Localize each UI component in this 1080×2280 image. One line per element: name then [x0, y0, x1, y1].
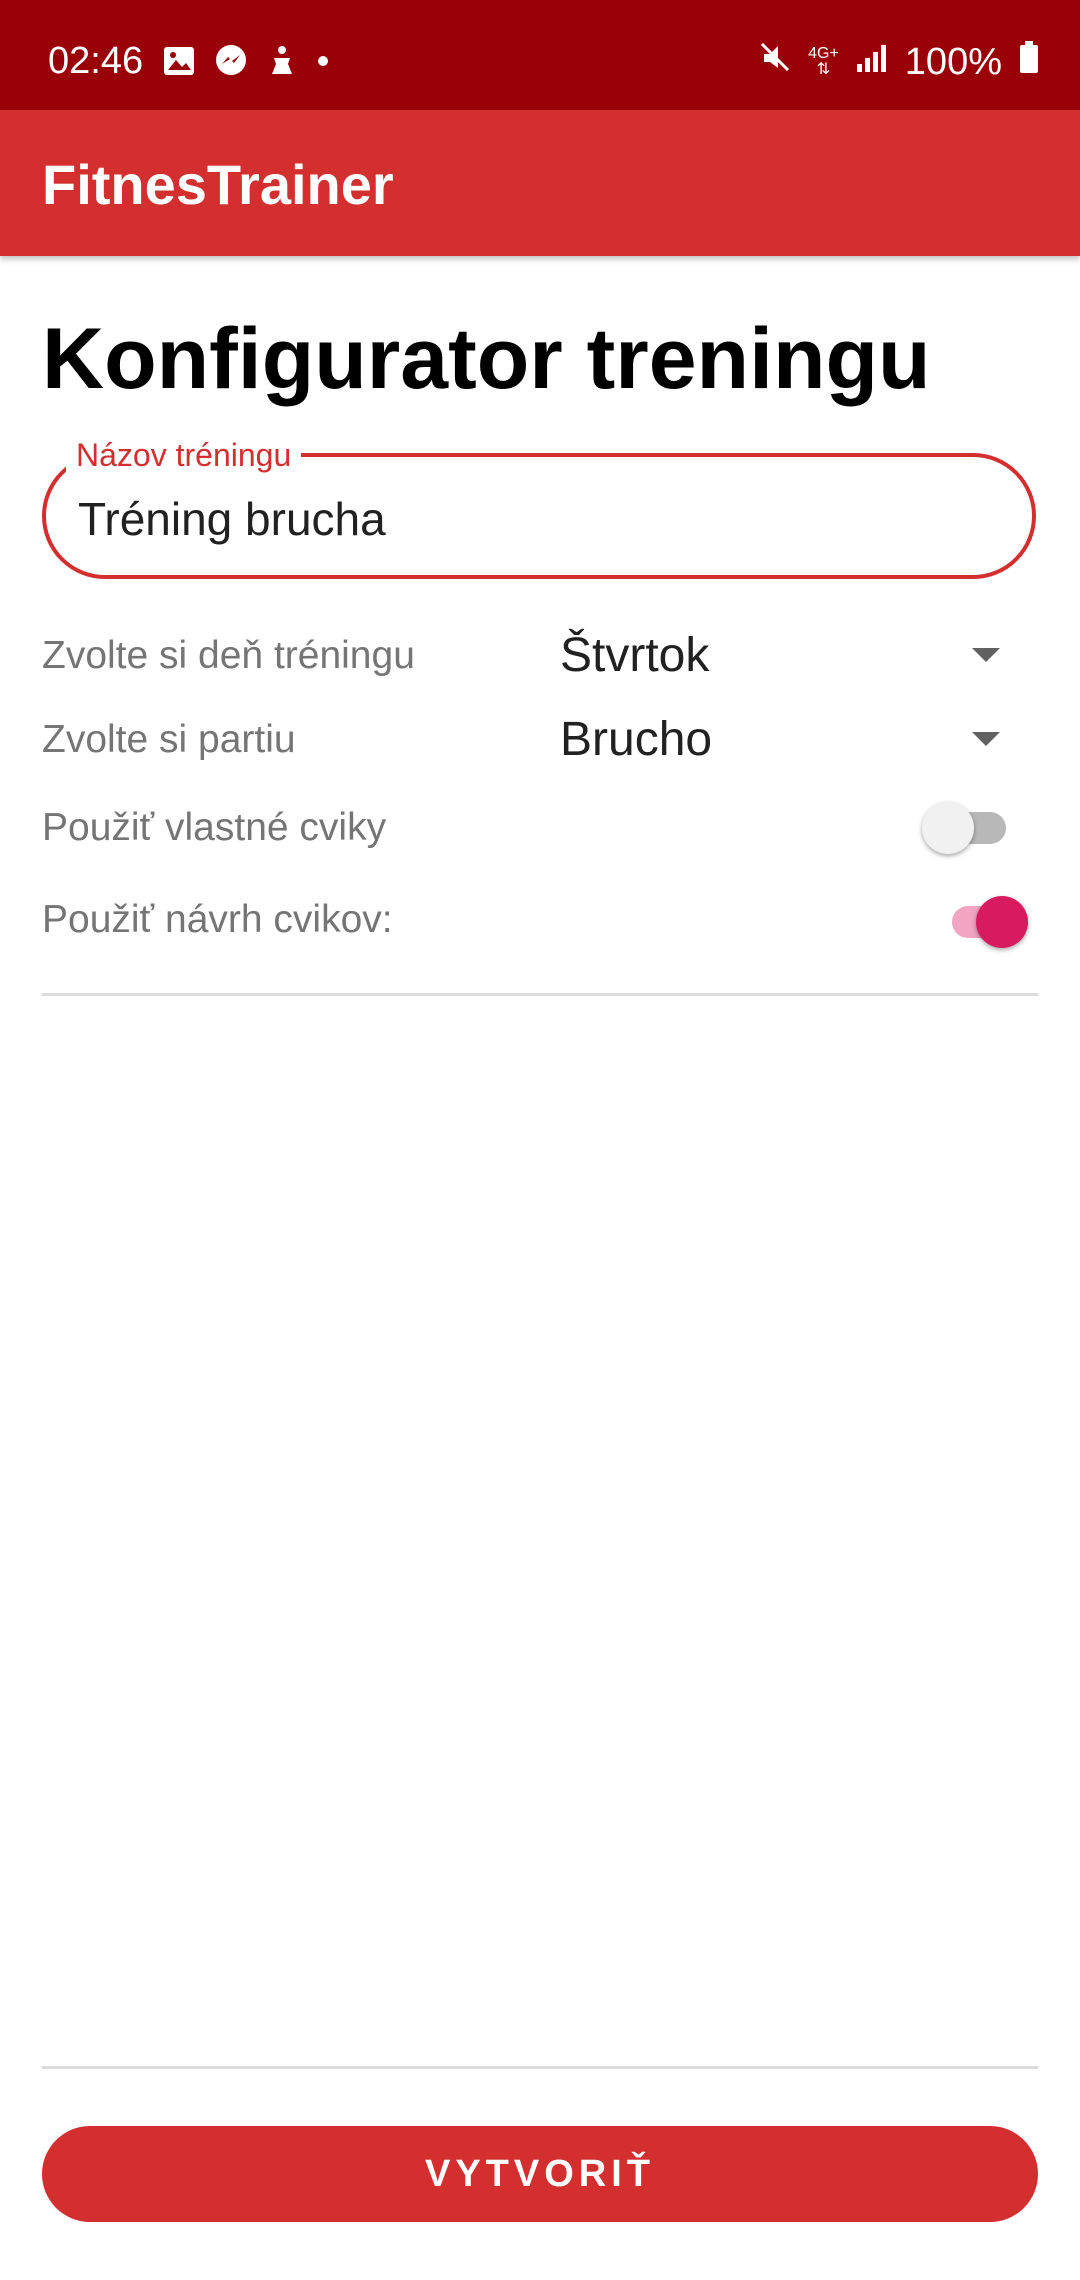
page-title: Konfigurator treningu [42, 311, 931, 407]
app-title: FitnesTrainer [42, 153, 394, 216]
body-part-label: Zvolte si partiu [42, 718, 296, 761]
dot-icon [316, 54, 330, 73]
switch-thumb [922, 802, 974, 854]
suggested-exercises-switch[interactable] [944, 892, 1034, 948]
top-divider [42, 993, 1038, 996]
day-label: Zvolte si deň tréningu [42, 634, 415, 677]
day-spinner-value: Štvrtok [560, 629, 710, 682]
body-part-spinner-value: Brucho [560, 713, 713, 766]
body-part-spinner[interactable]: Brucho [560, 704, 1020, 774]
custom-exercises-switch[interactable] [922, 798, 1012, 854]
messenger-icon [214, 44, 248, 83]
status-time: 02:46 [48, 40, 144, 82]
accessibility-icon [266, 44, 298, 83]
suggested-exercises-label: Použiť návrh cvikov: [42, 898, 393, 941]
day-spinner[interactable]: Štvrtok [560, 620, 1020, 690]
status-bar: 02:46 4G+ ⇅ 100% [0, 0, 1080, 110]
network-label: 4G+ [808, 45, 839, 62]
switch-thumb [976, 896, 1028, 948]
notification-icons [162, 44, 330, 83]
dropdown-arrow-icon [972, 648, 1000, 662]
create-button[interactable]: VYTVORIŤ [42, 2126, 1038, 2222]
network-4g-icon: 4G+ ⇅ [808, 45, 839, 78]
status-right: 4G+ ⇅ 100% [758, 40, 1040, 84]
training-name-input[interactable] [76, 491, 980, 547]
mute-icon [758, 40, 792, 84]
app-bar: FitnesTrainer [0, 110, 1080, 256]
bottom-divider [42, 2066, 1038, 2069]
training-name-label: Názov tréningu [66, 437, 302, 474]
dropdown-arrow-icon [972, 732, 1000, 746]
signal-icon [855, 41, 889, 84]
battery-icon [1018, 40, 1040, 84]
gallery-icon [162, 45, 196, 82]
custom-exercises-label: Použiť vlastné cviky [42, 806, 387, 849]
battery-percent: 100% [904, 40, 1002, 83]
training-name-field[interactable]: Názov tréningu [42, 437, 1036, 579]
